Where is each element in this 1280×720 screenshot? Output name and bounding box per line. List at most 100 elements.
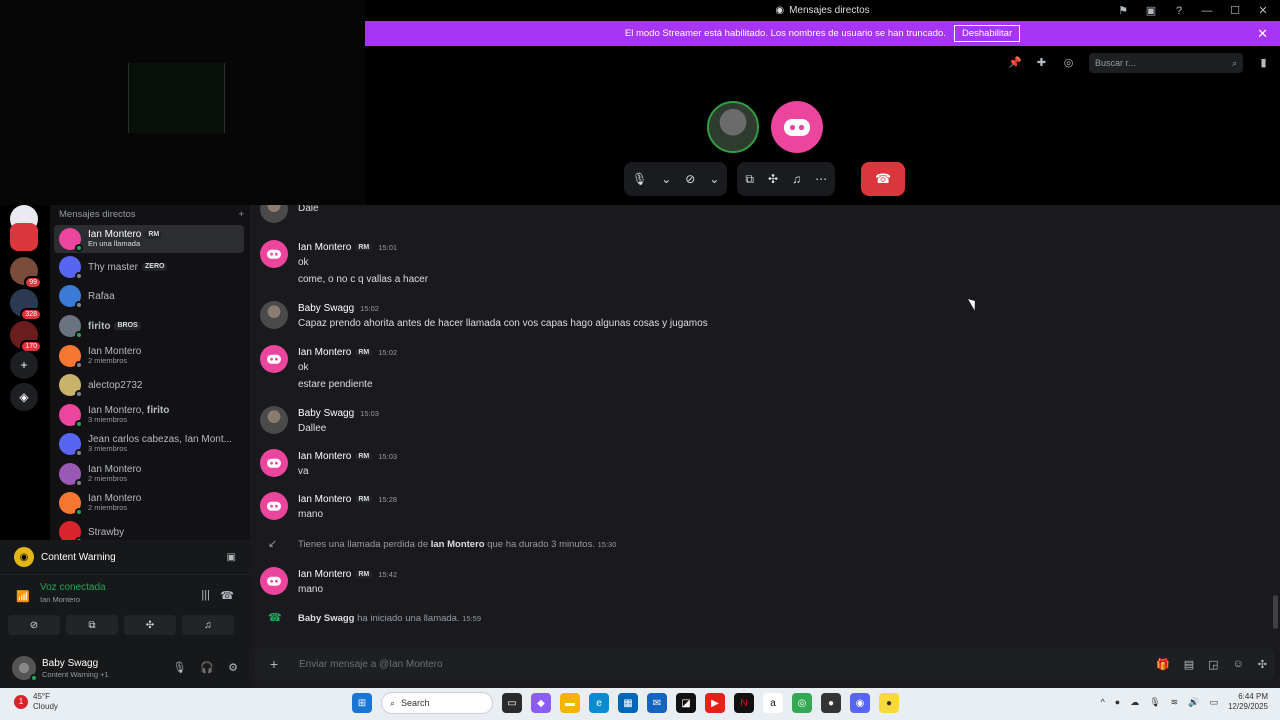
avatar[interactable] [260,492,288,520]
more-icon[interactable]: ⋯ [815,172,827,186]
avatar[interactable] [260,301,288,329]
screen-share-icon[interactable]: ⧉ [745,172,754,187]
close-banner-icon[interactable]: ✕ [1257,26,1268,42]
clock[interactable]: 6:44 PM 12/29/2025 [1228,692,1268,712]
message-author[interactable]: Baby Swagg [298,303,354,314]
volume-icon[interactable]: 🔊 [1188,697,1199,708]
clan-tag[interactable]: RM [355,453,373,460]
server-icon[interactable] [10,223,38,251]
dm-list-item[interactable]: 𝐟𝐢𝐫𝐢𝐭𝐨 BROS [54,312,244,340]
dm-list-item[interactable]: alectop2732 [54,371,244,399]
close-window-button[interactable]: ✕ [1256,4,1270,17]
maximize-button[interactable]: ☐ [1228,4,1242,17]
chevron-up-icon[interactable]: ^ [1101,697,1105,707]
netflix-icon[interactable]: N [734,693,754,713]
help-icon[interactable]: ? [1172,5,1186,17]
battery-icon[interactable]: ▭ [1209,697,1218,708]
dm-list-item[interactable]: Ian Montero 2 miembros [54,460,244,488]
task-view-icon[interactable]: ▭ [502,693,522,713]
wifi-icon[interactable]: ≋ [1171,697,1179,708]
avatar[interactable] [12,656,38,682]
clan-tag[interactable]: RM [355,349,373,356]
dm-list-item[interactable]: Jean carlos cabezas, Ian Mont... 3 miembr… [54,430,244,458]
app-icon[interactable]: ● [821,693,841,713]
message-author[interactable]: Baby Swagg [298,408,354,419]
cloud-icon[interactable]: ☁ [1130,697,1139,708]
sticker-icon[interactable]: ◲ [1208,658,1218,671]
search-input[interactable]: Buscar r... ⌕ [1089,53,1243,73]
store-icon[interactable]: ▦ [618,693,638,713]
chevron-down-icon[interactable]: ⌄ [661,172,671,186]
ian-avatar[interactable] [771,101,823,153]
bookmark-icon[interactable]: ▮ [1257,57,1270,70]
server-icon[interactable]: 170 [10,321,42,353]
server-icon[interactable]: 99 [10,257,42,289]
edge-icon[interactable]: e [589,693,609,713]
screen-icon[interactable]: ▣ [227,552,236,563]
message-input[interactable]: Enviar mensaje a @Ian Montero [299,659,443,670]
scrollbar[interactable] [1273,595,1278,629]
activity-row[interactable]: ◉ Content Warning ▣ [0,540,250,575]
gif-icon[interactable]: ▤ [1184,658,1194,671]
streamer-icon[interactable]: ▣ [1144,4,1158,17]
message-author[interactable]: Ian Montero [298,494,351,505]
avatar[interactable] [260,449,288,477]
clan-tag[interactable]: RM [355,244,373,251]
message-author[interactable]: Ian Montero [298,347,351,358]
dm-list-item[interactable]: Rafaa [54,282,244,310]
soundboard-icon[interactable]: ♫ [792,172,801,186]
dm-list-item[interactable]: Ian Montero, 𝐟𝐢𝐫𝐢𝐭𝐨 3 miembros [54,401,244,429]
avatar[interactable] [260,345,288,373]
soundboard-button[interactable]: ♫ [182,615,234,635]
weather-widget[interactable]: 1 45°F Cloudy [14,692,58,711]
caller-avatar[interactable] [707,101,759,153]
message-author[interactable]: Ian Montero [298,569,351,580]
copilot-icon[interactable]: ◆ [531,693,551,713]
discover-icon[interactable]: ◈ [10,383,38,411]
camera-off-icon[interactable]: ⊘ [685,172,695,186]
microphone-icon[interactable]: 🎙 [172,661,186,674]
inbox-icon[interactable]: ⚑ [1116,4,1130,17]
app-icon[interactable]: ● [879,693,899,713]
dm-list-item[interactable]: Thy master ZERO [54,253,244,281]
disconnect-icon[interactable]: ☎ [220,589,234,602]
server-icon[interactable]: 328 [10,289,42,321]
voice-status[interactable]: Voz conectada [40,582,250,593]
microphone-icon[interactable]: 🎙 [632,172,647,186]
amazon-icon[interactable]: a [763,693,783,713]
dm-list-item[interactable]: Ian Montero 2 miembros [54,489,244,517]
minimize-button[interactable]: — [1200,5,1214,17]
taskbar-search[interactable]: ⌕ Search [381,692,493,714]
emoji-icon[interactable]: ☺ [1233,658,1244,671]
message-author[interactable]: Ian Montero [298,242,351,253]
chrome-icon[interactable]: ◎ [792,693,812,713]
windows-start-icon[interactable]: ⊞ [352,693,372,713]
attach-icon[interactable]: + [259,656,289,672]
call-starter[interactable]: Baby Swagg [298,613,355,624]
missed-caller[interactable]: Ian Montero [431,539,485,550]
create-dm-icon[interactable]: + [238,209,244,220]
profile-icon[interactable]: ◎ [1062,57,1075,70]
gear-icon[interactable]: ⚙ [228,661,238,674]
headphones-icon[interactable]: 🎧 [200,661,214,674]
add-friend-icon[interactable]: ✚ [1035,57,1048,70]
tray-app-icon[interactable]: ● [1115,697,1120,707]
avatar[interactable] [260,406,288,434]
screen-share-button[interactable]: ⧉ [66,615,118,635]
youtube-icon[interactable]: ▶ [705,693,725,713]
noise-suppression-icon[interactable]: ||| [201,589,210,601]
apps-icon[interactable]: ✣ [1258,658,1267,671]
outlook-icon[interactable]: ✉ [647,693,667,713]
activities-icon[interactable]: ✣ [768,172,778,186]
gift-icon[interactable]: 🎁 [1156,658,1170,671]
avatar[interactable] [260,205,288,223]
avatar[interactable] [260,567,288,595]
chevron-down-icon[interactable]: ⌄ [709,172,719,186]
clan-tag[interactable]: RM [355,571,373,578]
roblox-icon[interactable]: ◪ [676,693,696,713]
clan-tag[interactable]: RM [355,496,373,503]
end-call-button[interactable]: ☎ [861,162,906,196]
add-server-icon[interactable]: + [10,351,38,379]
activities-button[interactable]: ✣ [124,615,176,635]
avatar[interactable] [260,240,288,268]
